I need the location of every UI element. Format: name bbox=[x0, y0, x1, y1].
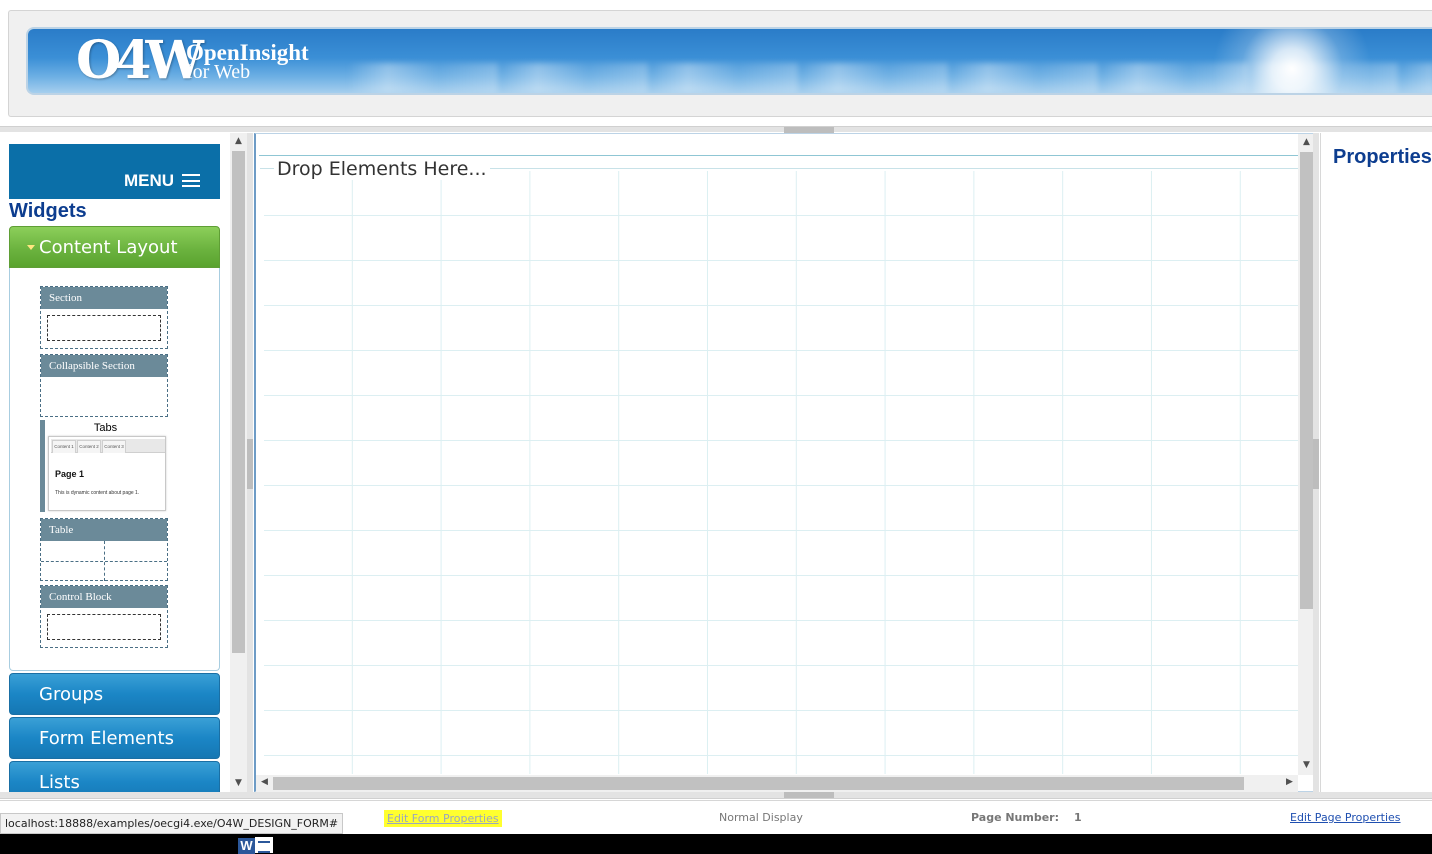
accordion-label: Groups bbox=[39, 684, 104, 705]
preview-tab: Content 2 bbox=[77, 440, 101, 453]
widget-title: Table bbox=[41, 519, 167, 541]
preview-page-text: This is dynamic content about page 1. bbox=[55, 490, 140, 496]
drop-hint: Drop Elements Here... bbox=[274, 158, 490, 180]
canvas-header-line bbox=[259, 155, 1298, 156]
header-banner: O4W OpenInsight for Web bbox=[26, 27, 1432, 95]
scrollbar-thumb[interactable] bbox=[273, 777, 1244, 790]
scrollbar-thumb[interactable] bbox=[1300, 152, 1313, 609]
preview-page-title: Page 1 bbox=[55, 469, 85, 479]
scroll-right-icon[interactable]: ▶ bbox=[1282, 777, 1297, 787]
page-number-value: 1 bbox=[1074, 811, 1082, 824]
widget-table[interactable]: Table bbox=[40, 518, 168, 581]
bottom-splitter-grip[interactable] bbox=[784, 792, 834, 798]
display-mode-label: Normal Display bbox=[719, 811, 803, 824]
document-icon bbox=[255, 837, 273, 853]
preview-tab: Content 1 bbox=[52, 440, 76, 453]
edit-page-properties-link[interactable]: Edit Page Properties bbox=[1290, 811, 1401, 824]
widget-title: Tabs bbox=[93, 422, 118, 434]
properties-panel: Properties bbox=[1320, 133, 1432, 792]
taskbar bbox=[0, 834, 1432, 854]
logo-subtitle: for Web bbox=[186, 61, 251, 83]
widget-section[interactable]: Section bbox=[40, 286, 168, 349]
canvas-horizontal-scrollbar[interactable]: ◀ ▶ bbox=[256, 775, 1298, 792]
tabs-preview: Content 1 Content 2 Content 3 Page 1 Thi… bbox=[48, 436, 166, 511]
widget-collapsible-section[interactable]: Collapsible Section bbox=[40, 354, 168, 417]
word-icon[interactable]: W bbox=[238, 836, 276, 854]
hamburger-icon bbox=[182, 174, 200, 187]
widgets-title: Widgets bbox=[9, 200, 87, 222]
accordion-label: Form Elements bbox=[39, 728, 174, 749]
page-number-label: Page Number: bbox=[971, 811, 1060, 824]
scroll-up-icon[interactable]: ▲ bbox=[1299, 137, 1314, 147]
drop-grid[interactable] bbox=[264, 171, 1298, 774]
preview-tab: Content 3 bbox=[102, 440, 126, 453]
accordion-label: Lists bbox=[39, 772, 80, 792]
accordion-label: Content Layout bbox=[39, 237, 178, 258]
accordion-content-layout[interactable]: Content Layout bbox=[9, 226, 220, 268]
scroll-down-icon[interactable]: ▼ bbox=[1299, 760, 1314, 770]
accordion-groups[interactable]: Groups bbox=[9, 673, 220, 715]
edit-form-properties-link[interactable]: Edit Form Properties bbox=[384, 810, 502, 827]
right-splitter-grip[interactable] bbox=[1313, 439, 1319, 489]
widgets-panel: MENU Widgets Content Layout Section Coll… bbox=[0, 133, 248, 792]
top-splitter[interactable] bbox=[0, 126, 1432, 133]
status-bar-url: localhost:18888/examples/oecgi4.exe/O4W_… bbox=[0, 813, 344, 834]
design-canvas[interactable]: Drop Elements Here... ▲ ▼ ◀ ▶ bbox=[254, 133, 1315, 792]
properties-title: Properties bbox=[1333, 146, 1432, 168]
logo-mark: O4W bbox=[76, 30, 204, 91]
widget-placeholder-box bbox=[47, 315, 161, 341]
expand-triangle-icon bbox=[27, 245, 35, 250]
table-divider bbox=[41, 561, 167, 562]
left-splitter-grip[interactable] bbox=[247, 439, 253, 489]
scroll-left-icon[interactable]: ◀ bbox=[257, 777, 272, 787]
word-letter: W bbox=[238, 838, 255, 854]
widgets-scrollbar[interactable]: ▲ ▼ bbox=[230, 133, 247, 792]
menu-button[interactable]: MENU bbox=[9, 144, 220, 199]
scroll-down-icon[interactable]: ▼ bbox=[231, 778, 246, 788]
left-splitter[interactable] bbox=[247, 133, 253, 792]
scroll-up-icon[interactable]: ▲ bbox=[231, 136, 246, 146]
accordion-form-elements[interactable]: Form Elements bbox=[9, 717, 220, 759]
accordion-lists[interactable]: Lists bbox=[9, 761, 220, 792]
widget-tabs[interactable]: Tabs Content 1 Content 2 Content 3 Page … bbox=[40, 420, 168, 512]
widget-title: Control Block bbox=[41, 586, 167, 608]
widget-title: Section bbox=[41, 287, 167, 309]
widget-placeholder-box bbox=[47, 614, 161, 640]
right-splitter[interactable] bbox=[1313, 133, 1319, 792]
banner-sun bbox=[1212, 29, 1372, 93]
menu-label: MENU bbox=[123, 171, 174, 190]
widget-control-block[interactable]: Control Block bbox=[40, 585, 168, 648]
bottom-splitter[interactable] bbox=[0, 792, 1432, 799]
tabs-strip: Content 1 Content 2 Content 3 bbox=[51, 439, 165, 453]
scrollbar-thumb[interactable] bbox=[232, 151, 245, 653]
widget-title: Collapsible Section bbox=[41, 355, 167, 377]
